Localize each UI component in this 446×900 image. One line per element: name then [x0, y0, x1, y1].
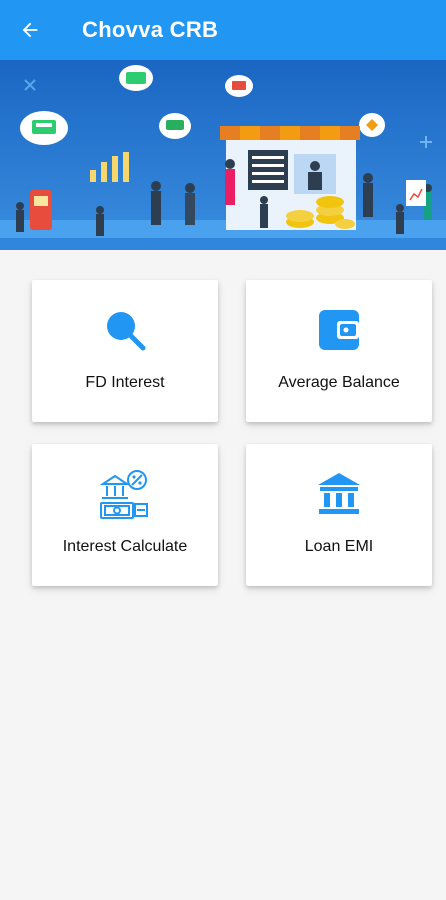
- average-balance-label: Average Balance: [278, 374, 400, 391]
- bank-percent-cash-icon: [99, 470, 148, 519]
- atm-machine: [30, 190, 52, 230]
- loan-emi-label: Loan EMI: [304, 538, 374, 555]
- speech-bubble: [359, 113, 385, 137]
- app-title: Chovva CRB: [82, 17, 219, 42]
- back-button[interactable]: [0, 0, 60, 60]
- fd-interest-label: FD Interest: [85, 374, 165, 391]
- arrow-left-icon: [22, 22, 38, 38]
- banner-illustration: [0, 60, 446, 250]
- loan-emi-card[interactable]: Loan EMI: [246, 444, 432, 586]
- speech-bubble: [225, 75, 253, 97]
- presentation-board: [406, 180, 426, 206]
- search-icon: [107, 312, 146, 351]
- fd-interest-card[interactable]: FD Interest: [32, 280, 218, 422]
- speech-bubble: [20, 111, 68, 145]
- app-bar: Chovva CRB: [0, 0, 446, 60]
- speech-bubble: [119, 65, 153, 91]
- bank-building-icon: [318, 473, 360, 514]
- speech-bubble: [159, 113, 191, 139]
- interest-calculate-card[interactable]: Interest Calculate: [32, 444, 218, 586]
- interest-calculate-label: Interest Calculate: [62, 538, 188, 555]
- wallet-icon: [319, 310, 359, 350]
- average-balance-card[interactable]: Average Balance: [246, 280, 432, 422]
